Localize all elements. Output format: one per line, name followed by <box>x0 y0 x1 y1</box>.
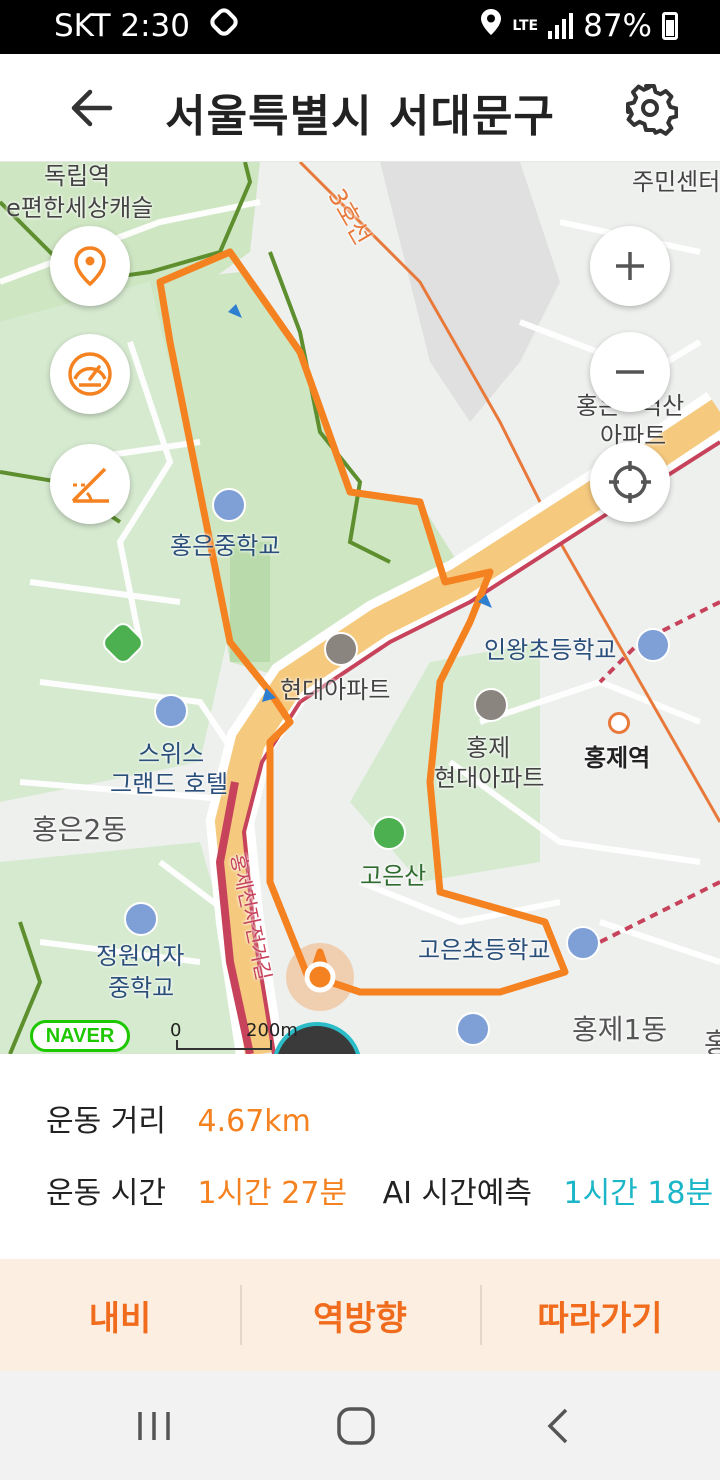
naver-logo: NAVER <box>30 1020 130 1052</box>
scale-label: 200m <box>246 1020 298 1041</box>
reverse-button[interactable]: 역방향 <box>240 1259 480 1371</box>
home-button[interactable] <box>326 1401 386 1451</box>
location-icon <box>480 8 502 44</box>
page-title: 서울특별시 서대문구 <box>165 91 555 142</box>
link-icon <box>206 5 241 39</box>
battery-percent: 87% <box>583 8 652 44</box>
map-view[interactable]: 독립역 e편한세상캐슬 3호선 주민센터 홍은 벽산 아파트 홍은중학교 현대아… <box>0 162 720 1054</box>
zoom-out-button[interactable] <box>590 332 670 412</box>
map-label: e편한세상캐슬 <box>6 194 154 222</box>
mountain-icon <box>372 816 406 850</box>
school-icon <box>124 902 158 936</box>
gear-icon <box>626 84 679 136</box>
map-label: 홍제역 <box>584 744 651 772</box>
navigate-button[interactable]: 내비 <box>0 1259 240 1371</box>
distance-label: 운동 거리 <box>46 1104 166 1139</box>
map-label: 현대아파트 <box>280 676 391 704</box>
school-icon <box>212 488 246 522</box>
location-pin-icon <box>74 246 106 287</box>
time-value: 1시간 27분 <box>197 1176 348 1211</box>
action-bar: 내비 역방향 따라가기 <box>0 1259 720 1371</box>
map-label: 홍제1동 <box>572 1013 668 1046</box>
follow-button[interactable]: 따라가기 <box>480 1259 720 1371</box>
ai-value: 1시간 18분 <box>563 1176 714 1211</box>
slope-icon <box>71 467 109 503</box>
ai-label: AI 시간예측 <box>382 1176 532 1211</box>
map-label: 홍은중학교 <box>170 532 281 560</box>
scale-zero: 0 <box>170 1020 182 1041</box>
map-label: 중학교 <box>108 974 175 1002</box>
chevron-left-icon <box>547 1408 568 1444</box>
app-header: 서울특별시 서대문구 <box>0 54 720 162</box>
map-label: 인왕초등학교 <box>484 636 617 664</box>
crosshair-icon <box>609 461 651 503</box>
hotel-icon <box>154 694 188 728</box>
plus-icon <box>616 252 644 280</box>
recent-apps-button[interactable] <box>124 1401 184 1451</box>
time-label: 운동 시간 <box>46 1176 166 1211</box>
apartment-icon <box>474 688 508 722</box>
school-icon <box>636 628 670 662</box>
school-icon <box>566 926 600 960</box>
settings-button[interactable] <box>622 80 679 136</box>
speedometer-icon <box>68 352 112 396</box>
distance-row: 운동 거리 4.67km <box>46 1096 311 1140</box>
signal-icon <box>548 13 574 39</box>
map-label: 그랜드 호텔 <box>110 770 229 798</box>
status-bar: SKT 2:30 LTE 87% <box>0 0 720 54</box>
map-label: 고은산 <box>360 862 427 890</box>
status-left: SKT 2:30 <box>54 5 241 44</box>
map-label: 독립역 <box>44 162 111 190</box>
map-label: 주민센터 <box>632 168 720 196</box>
summary-panel: 운동 거리 4.67km 운동 시간 1시간 27분 AI 시간예측 1시간 1… <box>0 1054 720 1259</box>
status-right: LTE 87% <box>480 8 678 44</box>
zoom-in-button[interactable] <box>590 226 670 306</box>
map-label: 홍 <box>704 1027 720 1054</box>
my-location-button[interactable] <box>590 442 670 522</box>
apartment-icon <box>324 632 358 666</box>
distance-value: 4.67km <box>197 1104 311 1139</box>
system-back-button[interactable] <box>528 1401 588 1451</box>
battery-icon <box>662 12 678 40</box>
scale-bar <box>176 1040 272 1050</box>
speed-button[interactable] <box>50 334 130 414</box>
network-type: LTE <box>512 18 539 34</box>
home-icon <box>337 1407 375 1445</box>
map-label: 정원여자 <box>96 942 185 970</box>
recent-apps-icon <box>138 1412 170 1440</box>
map-label: 홍은2동 <box>32 813 128 846</box>
time-row: 운동 시간 1시간 27분 AI 시간예측 1시간 18분 <box>46 1168 713 1212</box>
map-scale: 0 200m <box>170 1020 298 1050</box>
carrier-time: SKT 2:30 <box>54 8 191 44</box>
map-label: 현대아파트 <box>434 764 545 792</box>
library-icon <box>456 1012 490 1046</box>
system-nav-bar <box>0 1371 720 1480</box>
elevation-button[interactable] <box>50 444 130 524</box>
minus-icon <box>616 370 644 374</box>
station-icon <box>608 712 630 734</box>
map-label: 고은초등학교 <box>418 936 551 964</box>
location-pin-button[interactable] <box>50 226 130 306</box>
